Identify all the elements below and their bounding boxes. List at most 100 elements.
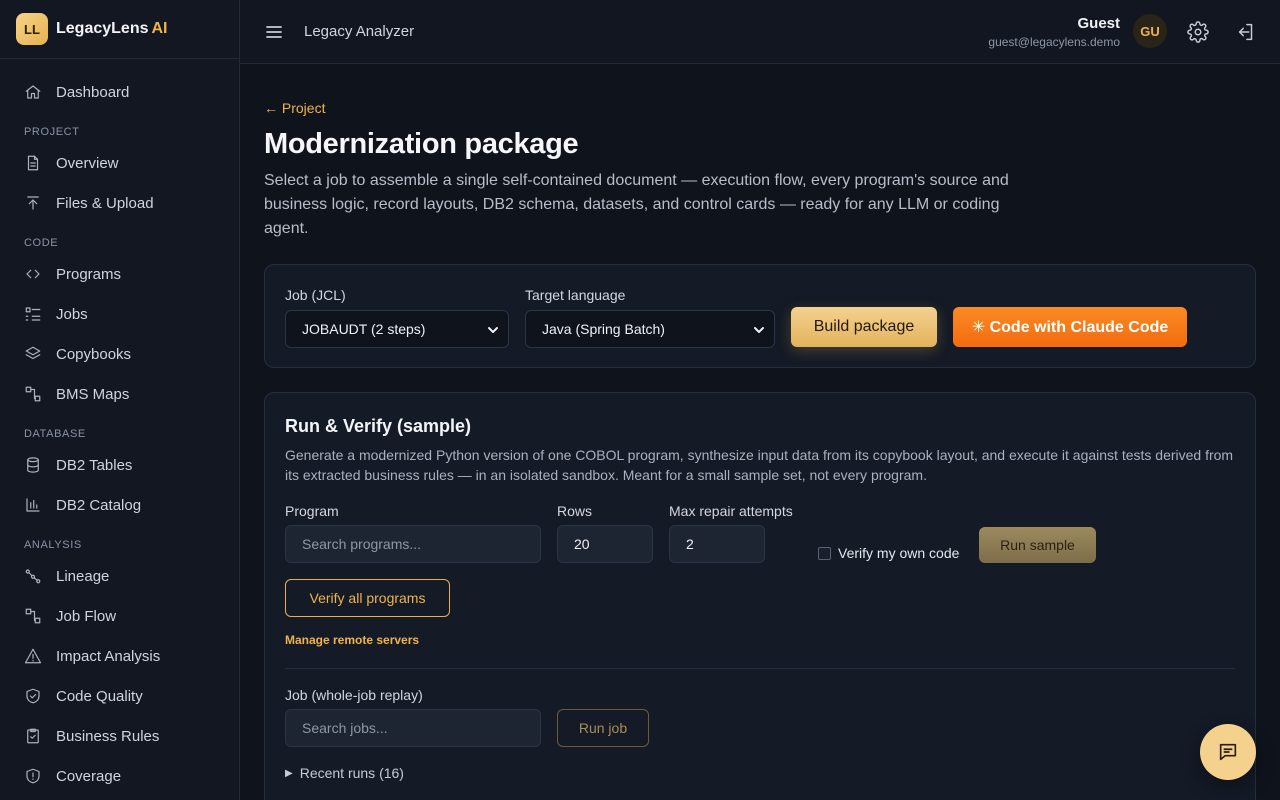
manage-remote-servers-link[interactable]: Manage remote servers xyxy=(285,633,419,647)
job-select[interactable]: JOBAUDT (2 steps) xyxy=(285,310,509,348)
verify-own-code-label: Verify my own code xyxy=(838,545,960,561)
warning-icon xyxy=(24,648,42,664)
avatar[interactable]: GU xyxy=(1133,14,1167,48)
page-description: Select a job to assemble a single self-c… xyxy=(264,172,1009,237)
upload-icon xyxy=(27,196,39,210)
language-select[interactable]: Java (Spring Batch) xyxy=(525,310,775,348)
run-sample-button[interactable]: Run sample xyxy=(979,527,1096,563)
user-email: guest@legacylens.demo xyxy=(988,35,1120,49)
recent-runs-label: Recent runs (16) xyxy=(299,765,404,781)
sidebar-item-label: Jobs xyxy=(56,305,88,323)
sidebar-item-overview[interactable]: Overview xyxy=(0,143,239,183)
job-search-input[interactable]: Search jobs... xyxy=(285,709,541,747)
sidebar-item-db2-catalog[interactable]: DB2 Catalog xyxy=(0,485,239,525)
verify-own-code-checkbox[interactable] xyxy=(818,547,831,560)
rows-input[interactable]: 20 xyxy=(557,525,653,563)
sidebar-item-label: Job Flow xyxy=(56,607,117,625)
flow-icon xyxy=(25,608,41,624)
home-icon xyxy=(25,85,41,99)
sidebar-item-db2-tables[interactable]: DB2 Tables xyxy=(0,445,239,485)
sidebar-item-job-flow[interactable]: Job Flow xyxy=(0,596,239,636)
database-icon xyxy=(27,457,39,473)
logout-icon xyxy=(1238,23,1253,41)
sidebar-item-programs[interactable]: Programs xyxy=(0,254,239,294)
sidebar-item-lineage[interactable]: Lineage xyxy=(0,556,239,596)
chevron-down-icon xyxy=(487,323,499,335)
job-select-label: Job (JCL) xyxy=(285,287,346,303)
triangle-right-icon: ▶ xyxy=(285,767,293,779)
sidebar-item-label: BMS Maps xyxy=(56,385,130,403)
gear-icon xyxy=(1187,21,1209,43)
sidebar-item-jobs[interactable]: Jobs xyxy=(0,294,239,334)
share-icon xyxy=(25,569,41,584)
run-verify-description: Generate a modernized Python version of … xyxy=(285,447,1234,483)
sidebar-item-impact-analysis[interactable]: Impact Analysis xyxy=(0,636,239,676)
sidebar-item-copybooks[interactable]: Copybooks xyxy=(0,334,239,374)
shield-check-icon xyxy=(26,688,40,704)
brand-ai-suffix: AI xyxy=(151,20,168,37)
user-name: Guest xyxy=(1077,15,1120,32)
code-with-claude-button[interactable]: ✳ Code with Claude Code xyxy=(953,307,1187,347)
sidebar-item-label: Overview xyxy=(56,154,119,172)
sidebar-nav: Dashboard PROJECT Overview Files & Uploa… xyxy=(0,59,239,796)
chevron-down-icon xyxy=(753,323,765,335)
sidebar-item-coverage[interactable]: Coverage xyxy=(0,756,239,796)
brand-logo: LL xyxy=(16,13,48,45)
build-package-button[interactable]: Build package xyxy=(791,307,937,347)
program-search-input[interactable]: Search programs... xyxy=(285,525,541,563)
verify-all-programs-button[interactable]: Verify all programs xyxy=(285,579,450,617)
sidebar-item-label: Lineage xyxy=(56,567,110,585)
rows-label: Rows xyxy=(557,503,593,519)
list-icon xyxy=(25,307,41,321)
back-link[interactable]: ← Project xyxy=(264,100,325,116)
chat-icon xyxy=(1219,743,1237,761)
sidebar-item-code-quality[interactable]: Code Quality xyxy=(0,676,239,716)
brand-name: LegacyLens AI xyxy=(56,20,167,38)
brand-name-text: LegacyLens xyxy=(56,20,149,37)
section-divider xyxy=(285,668,1235,669)
job-select-value: JOBAUDT (2 steps) xyxy=(302,321,426,337)
sidebar: LL LegacyLens AI Dashboard PROJECT Overvi… xyxy=(0,0,240,800)
recent-runs-toggle[interactable]: ▶ Recent runs (16) xyxy=(285,765,404,781)
sidebar-item-label: Code Quality xyxy=(56,687,143,705)
sidebar-item-label: DB2 Catalog xyxy=(56,496,142,514)
user-info: Guest guest@legacylens.demo xyxy=(988,15,1120,49)
layers-icon xyxy=(25,346,41,360)
sidebar-item-label: DB2 Tables xyxy=(56,456,133,474)
settings-button[interactable] xyxy=(1187,21,1209,43)
job-replay-label: Job (whole-job replay) xyxy=(285,687,423,703)
sidebar-item-label: Business Rules xyxy=(56,727,160,745)
file-icon xyxy=(27,155,39,171)
language-select-label: Target language xyxy=(525,287,626,303)
clipboard-icon xyxy=(27,728,39,744)
sidebar-section-database: DATABASE xyxy=(24,428,86,440)
sidebar-item-label: Files & Upload xyxy=(56,194,154,212)
package-card: Job (JCL) JOBAUDT (2 steps) Target langu… xyxy=(264,264,1256,368)
sidebar-item-label: Copybooks xyxy=(56,345,132,363)
map-icon xyxy=(25,386,41,402)
sidebar-section-code: CODE xyxy=(24,237,59,249)
header-title: Legacy Analyzer xyxy=(304,23,415,40)
sidebar-item-label: Programs xyxy=(56,265,122,283)
run-verify-card: Run & Verify (sample) Generate a moderni… xyxy=(264,392,1256,800)
brand[interactable]: LL LegacyLens AI xyxy=(0,0,239,59)
page-title: Modernization package xyxy=(264,128,579,160)
shield-alert-icon xyxy=(26,768,40,784)
sidebar-item-files-upload[interactable]: Files & Upload xyxy=(0,183,239,223)
language-select-value: Java (Spring Batch) xyxy=(542,321,665,337)
sidebar-item-label: Dashboard xyxy=(56,83,130,101)
repair-attempts-input[interactable]: 2 xyxy=(669,525,765,563)
repair-attempts-label: Max repair attempts xyxy=(669,503,793,519)
chat-button[interactable] xyxy=(1200,724,1256,780)
sidebar-item-label: Impact Analysis xyxy=(56,647,161,665)
sidebar-item-bms-maps[interactable]: BMS Maps xyxy=(0,374,239,414)
sidebar-item-dashboard[interactable]: Dashboard xyxy=(0,72,239,112)
menu-icon xyxy=(266,26,282,38)
sidebar-item-business-rules[interactable]: Business Rules xyxy=(0,716,239,756)
bar-chart-icon xyxy=(26,498,40,512)
program-label: Program xyxy=(285,503,339,519)
run-job-button[interactable]: Run job xyxy=(557,709,649,747)
logout-button[interactable] xyxy=(1235,21,1257,43)
top-header: Legacy Analyzer Guest guest@legacylens.d… xyxy=(240,0,1280,64)
menu-toggle-button[interactable] xyxy=(264,22,284,42)
